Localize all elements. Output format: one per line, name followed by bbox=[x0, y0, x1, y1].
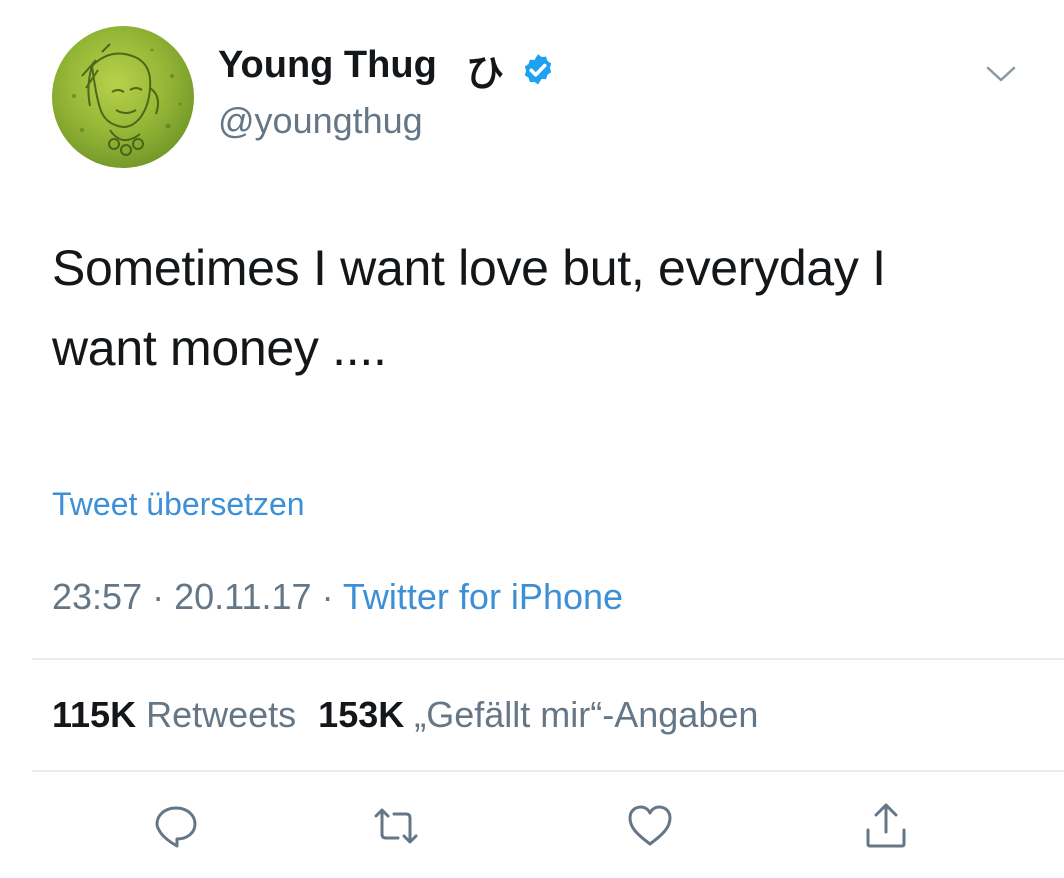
display-name-glyph: ひ bbox=[466, 51, 505, 95]
tweet-source-link[interactable]: Twitter for iPhone bbox=[343, 576, 623, 617]
tweet-text-line: want money .... bbox=[52, 320, 387, 376]
meta-separator: · bbox=[142, 576, 175, 617]
avatar-illustration bbox=[72, 43, 182, 156]
heart-icon[interactable] bbox=[624, 800, 676, 852]
divider bbox=[32, 770, 1064, 772]
likes-label: „Gefällt mir“-Angaben bbox=[414, 694, 759, 735]
tweet-time: 23:57 bbox=[52, 576, 143, 617]
translate-tweet-link[interactable]: Tweet übersetzen bbox=[52, 486, 305, 523]
retweets-stat[interactable]: 115K Retweets bbox=[52, 694, 296, 735]
meta-separator: · bbox=[311, 576, 343, 617]
user-handle[interactable]: @youngthug bbox=[218, 100, 423, 142]
tweet-text-line: Sometimes I want love but, everyday I bbox=[52, 240, 886, 296]
tweet-card: Young Thug ひ @youngthug Sometimes I want… bbox=[0, 0, 1064, 878]
retweets-label: Retweets bbox=[146, 694, 297, 735]
tweet-date: 20.11.17 bbox=[174, 576, 312, 617]
divider bbox=[32, 658, 1064, 660]
tweet-stats: 115K Retweets 153K „Gefällt mir“-Angaben bbox=[52, 694, 758, 736]
tweet-text: Sometimes I want love but, everyday I wa… bbox=[52, 228, 1032, 388]
reply-icon[interactable] bbox=[150, 800, 202, 852]
avatar[interactable] bbox=[52, 26, 194, 168]
display-name[interactable]: Young Thug bbox=[218, 44, 437, 87]
likes-stat[interactable]: 153K „Gefällt mir“-Angaben bbox=[318, 694, 758, 735]
tweet-meta: 23:57 · 20.11.17 · Twitter for iPhone bbox=[52, 576, 623, 618]
share-icon[interactable] bbox=[860, 800, 912, 852]
chevron-down-icon[interactable] bbox=[984, 60, 1018, 86]
likes-count: 153K bbox=[318, 694, 405, 735]
retweets-count: 115K bbox=[52, 694, 137, 735]
retweet-icon[interactable] bbox=[370, 800, 422, 852]
verified-badge-icon bbox=[524, 54, 552, 85]
